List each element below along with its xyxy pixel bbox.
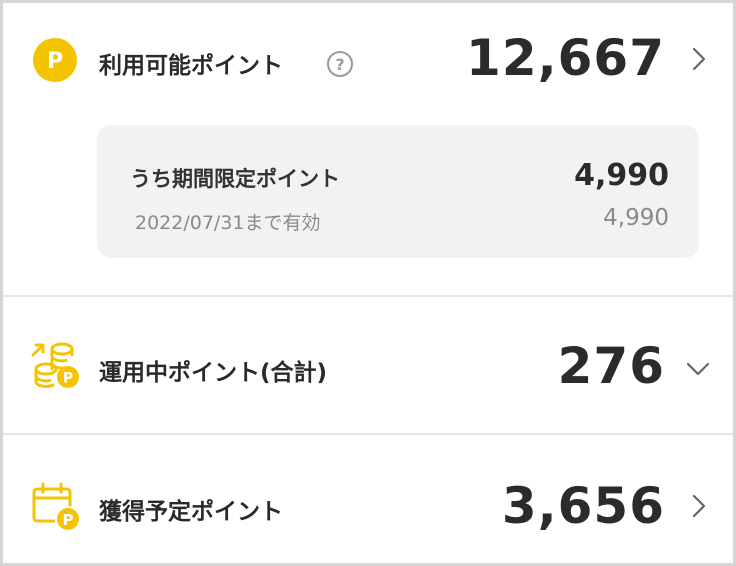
- chevron-down-icon[interactable]: [685, 361, 711, 381]
- coin-stack-icon: P: [29, 339, 81, 395]
- limited-points-expiry: 2022/07/31まで有効: [135, 212, 321, 234]
- points-card: P 利用可能ポイント ? 12,667 うち期間限定ポイント 4,990 202…: [3, 3, 733, 563]
- available-points-row[interactable]: P 利用可能ポイント ? 12,667 うち期間限定ポイント 4,990 202…: [3, 3, 733, 295]
- p-coin-icon: P: [32, 37, 78, 87]
- scheduled-points-label: 獲得予定ポイント: [99, 499, 283, 525]
- limited-points-value: 4,990: [574, 158, 669, 193]
- invested-points-value: 276: [557, 337, 665, 395]
- calendar-p-icon: P: [31, 481, 81, 537]
- svg-text:?: ?: [335, 55, 344, 74]
- scheduled-points-value: 3,656: [501, 477, 665, 535]
- limited-points-expiry-value: 4,990: [603, 205, 669, 231]
- svg-text:P: P: [47, 49, 63, 74]
- scheduled-points-row[interactable]: P 獲得予定ポイント 3,656: [3, 435, 733, 563]
- available-points-label: 利用可能ポイント: [99, 53, 283, 79]
- svg-text:P: P: [63, 511, 74, 529]
- question-circle-icon[interactable]: ?: [326, 50, 354, 82]
- chevron-right-icon[interactable]: [691, 46, 707, 76]
- limited-points-label: うち期間限定ポイント: [130, 167, 340, 191]
- svg-text:P: P: [63, 371, 73, 387]
- invested-points-row[interactable]: P 運用中ポイント(合計) 276: [3, 297, 733, 433]
- chevron-right-icon[interactable]: [691, 493, 707, 523]
- limited-points-panel: うち期間限定ポイント 4,990 2022/07/31まで有効 4,990: [97, 125, 699, 258]
- available-points-value: 12,667: [466, 29, 665, 87]
- invested-points-label: 運用中ポイント(合計): [99, 360, 328, 386]
